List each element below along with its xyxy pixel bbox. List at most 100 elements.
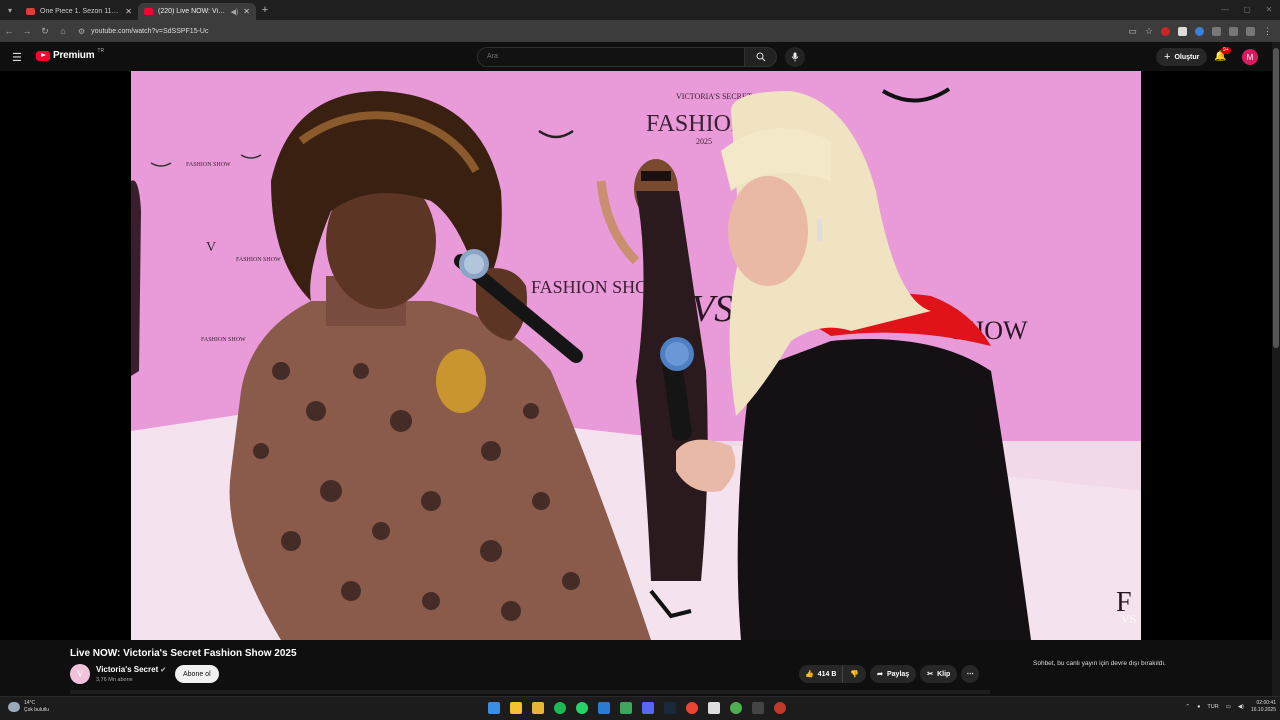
app-icon[interactable] (774, 702, 786, 714)
svg-text:V: V (206, 240, 216, 255)
system-tray: ⌃ ● TUR ▭ ◀) 02:00:41 16.10.2025 (1185, 700, 1276, 714)
video-actions: 👍 414 B 👎 ➦ Paylaş ✂ Klip ⋯ (799, 665, 980, 683)
search-input[interactable] (477, 47, 745, 67)
backdrop-text: 2025 (696, 137, 712, 146)
network-icon[interactable]: ▭ (1226, 704, 1231, 710)
url-field[interactable]: ⚙ youtube.com/watch?v=SdSSPF15-Uc (78, 27, 1128, 36)
browser-menu-icon[interactable]: ⋮ (1263, 26, 1272, 37)
minimize-icon[interactable]: — (1214, 0, 1236, 20)
volume-icon[interactable]: ◀) (1238, 704, 1244, 710)
temperature: 14°C (24, 700, 36, 706)
guide-menu-icon[interactable]: ☰ (12, 51, 22, 64)
cast-icon[interactable]: ▭ (1128, 26, 1137, 37)
tab-close-icon[interactable]: ✕ (125, 7, 132, 16)
back-icon[interactable]: ← (0, 26, 18, 36)
svg-text:FASHION SHOW: FASHION SHOW (236, 257, 281, 263)
tray-chevron-icon[interactable]: ⌃ (1185, 704, 1190, 710)
youtube-header: ☰ Premium TR + Oluştur 🔔 9+ M (0, 42, 1280, 71)
spotify-icon[interactable] (554, 702, 566, 714)
url-text: youtube.com/watch?v=SdSSPF15-Uc (91, 27, 209, 35)
youtube-favicon-icon (144, 8, 153, 15)
extension-icons: ▭ ☆ ⋮ (1128, 26, 1272, 37)
vscode-icon[interactable] (598, 702, 610, 714)
thumbs-down-icon: 👎 (850, 671, 860, 678)
dislike-button[interactable]: 👎 (843, 665, 866, 683)
video-player[interactable]: VICTORIA'S SECRET FASHION SHOW 2025 FASH… (131, 71, 1141, 640)
browser-icon[interactable] (730, 702, 742, 714)
clock[interactable]: 02:00:41 16.10.2025 (1251, 700, 1276, 714)
search-button[interactable] (745, 47, 777, 67)
logo-text: Premium (53, 50, 95, 61)
puzzle-extensions-icon[interactable] (1212, 26, 1221, 36)
video-stage: VICTORIA'S SECRET FASHION SHOW 2025 FASH… (0, 71, 1272, 640)
chrome-icon[interactable] (686, 702, 698, 714)
time: 02:00:41 (1256, 700, 1276, 706)
windows-start-icon[interactable] (488, 702, 500, 714)
logo-country-code: TR (97, 47, 105, 54)
create-label: Oluştur (1174, 53, 1200, 61)
more-actions-button[interactable]: ⋯ (961, 665, 980, 683)
youtube-premium-logo[interactable]: Premium TR (36, 47, 105, 61)
terminal-icon[interactable] (752, 702, 764, 714)
language-indicator[interactable]: TUR (1207, 704, 1218, 710)
subscriber-count: 3,76 Mn abone (96, 677, 133, 683)
search-box (477, 47, 777, 67)
sidebar-icon[interactable] (1229, 26, 1238, 36)
clip-button[interactable]: ✂ Klip (920, 665, 958, 683)
chat-disabled-note: Sohbet, bu canlı yayın için devre dışı b… (1033, 660, 1166, 667)
mic-tray-icon[interactable]: ● (1197, 704, 1200, 710)
account-avatar[interactable]: M (1242, 49, 1258, 65)
clip-label: Klip (937, 670, 951, 678)
audio-playing-icon[interactable]: ◀) (231, 8, 239, 16)
home-icon[interactable]: ⌂ (54, 26, 72, 36)
voice-search-button[interactable] (785, 47, 805, 67)
svg-text:FASHION SHOW: FASHION SHOW (186, 162, 231, 168)
svg-text:FASHION SHOW: FASHION SHOW (201, 337, 246, 343)
share-arrow-icon: ➦ (877, 671, 883, 678)
scissors-icon: ✂ (927, 671, 934, 678)
bookmark-star-icon[interactable]: ☆ (1145, 26, 1153, 37)
weather-widget[interactable]: 14°C Çok bulutlu (8, 700, 49, 714)
weather-description: Çok bulutlu (24, 707, 50, 713)
tab-search-icon[interactable]: ▾ (0, 0, 20, 20)
tab-title: (220) Live NOW: Victoria's Secret (158, 8, 226, 15)
page-scrollbar-thumb[interactable] (1273, 48, 1279, 348)
forward-icon[interactable]: → (18, 26, 36, 36)
whatsapp-icon[interactable] (576, 702, 588, 714)
site-info-icon[interactable]: ⚙ (78, 27, 85, 36)
create-button[interactable]: + Oluştur (1156, 48, 1208, 66)
youtube-play-icon (36, 50, 50, 61)
file-explorer-icon[interactable] (532, 702, 544, 714)
date: 16.10.2025 (1250, 707, 1276, 713)
font-app-icon[interactable] (708, 702, 720, 714)
reload-icon[interactable]: ↻ (36, 26, 54, 37)
maximize-icon[interactable]: ▢ (1236, 0, 1258, 20)
tab-youtube-live[interactable]: (220) Live NOW: Victoria's Secret ◀) ✕ (138, 3, 256, 20)
steam-icon[interactable] (664, 702, 676, 714)
video-info: Live NOW: Victoria's Secret Fashion Show… (0, 640, 1272, 696)
subscribe-button[interactable]: Abone ol (175, 665, 219, 683)
like-button[interactable]: 👍 414 B (799, 665, 844, 683)
profile-icon[interactable] (1246, 26, 1255, 36)
verified-check-icon: ✔ (160, 667, 167, 674)
window-controls: — ▢ ✕ (1214, 0, 1280, 20)
notification-count-badge: 9+ (1221, 47, 1231, 54)
channel-name[interactable]: Victoria's Secret ✔ (96, 665, 166, 674)
sticky-notes-icon[interactable] (510, 702, 522, 714)
cloud-icon (8, 702, 20, 712)
new-tab-button[interactable]: + (256, 4, 274, 16)
app-icon[interactable] (620, 702, 632, 714)
extension-icon[interactable] (1195, 26, 1204, 36)
taskbar-apps (488, 702, 786, 714)
horizontal-scrollbar[interactable] (70, 690, 990, 694)
share-label: Paylaş (887, 670, 910, 678)
windows-taskbar: 14°C Çok bulutlu ⌃ ● TUR ▭ ◀) 02:00:41 1… (0, 696, 1280, 720)
tab-one-piece[interactable]: One Piece 1. Sezon 1102. Bölüm ✕ (20, 3, 138, 20)
tab-close-icon[interactable]: ✕ (243, 7, 250, 16)
channel-avatar[interactable]: V (70, 664, 90, 684)
adblock-extension-icon[interactable] (1161, 26, 1170, 36)
close-window-icon[interactable]: ✕ (1258, 0, 1280, 20)
discord-icon[interactable] (642, 702, 654, 714)
share-button[interactable]: ➦ Paylaş (870, 665, 917, 683)
extension-icon[interactable] (1178, 26, 1187, 36)
